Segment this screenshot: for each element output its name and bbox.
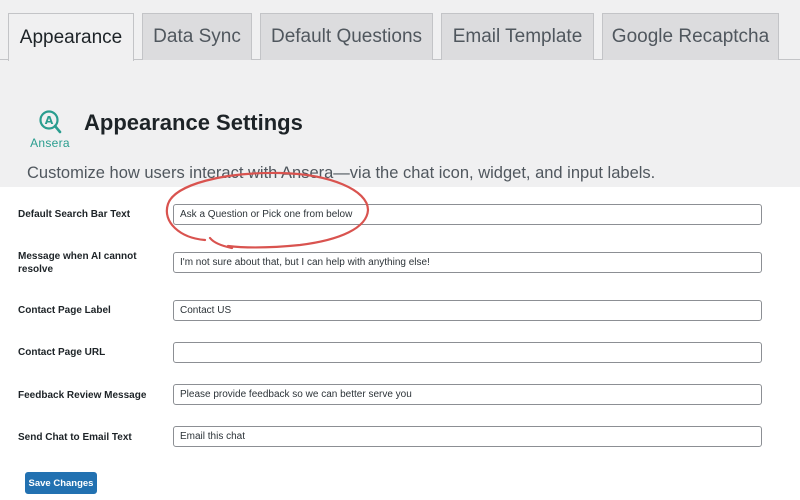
svg-text:A: A — [45, 114, 54, 127]
tab-default-questions[interactable]: Default Questions — [260, 13, 433, 60]
contact-page-url-input[interactable] — [173, 342, 762, 363]
ai-cannot-resolve-input[interactable] — [173, 252, 762, 273]
page-subtitle: Customize how users interact with Ansera… — [27, 164, 656, 182]
save-changes-button[interactable]: Save Changes — [25, 472, 97, 494]
contact-page-label-input[interactable] — [173, 300, 762, 321]
tab-email-template[interactable]: Email Template — [441, 13, 594, 60]
feedback-review-message-input[interactable] — [173, 384, 762, 405]
label-contact-page-label: Contact Page Label — [18, 305, 111, 316]
tab-google-recaptcha[interactable]: Google Recaptcha — [602, 13, 779, 60]
label-feedback-review-message: Feedback Review Message — [18, 390, 147, 401]
ansera-logo: A Ansera — [25, 108, 75, 154]
label-contact-page-url: Contact Page URL — [18, 347, 106, 358]
send-chat-to-email-text-input[interactable] — [173, 426, 762, 447]
tab-appearance[interactable]: Appearance — [8, 13, 134, 61]
settings-tabs: Appearance Data Sync Default Questions E… — [0, 0, 800, 61]
brand-name: Ansera — [30, 136, 70, 150]
default-search-bar-text-input[interactable] — [173, 204, 762, 225]
page-title: Appearance Settings — [84, 110, 303, 135]
label-ai-cannot-resolve: Message when AI cannot resolve — [18, 251, 137, 275]
tab-data-sync[interactable]: Data Sync — [142, 13, 252, 60]
label-default-search-bar-text: Default Search Bar Text — [18, 209, 131, 220]
magnifier-a-icon: A — [39, 110, 62, 134]
label-send-chat-to-email-text: Send Chat to Email Text — [18, 432, 132, 443]
